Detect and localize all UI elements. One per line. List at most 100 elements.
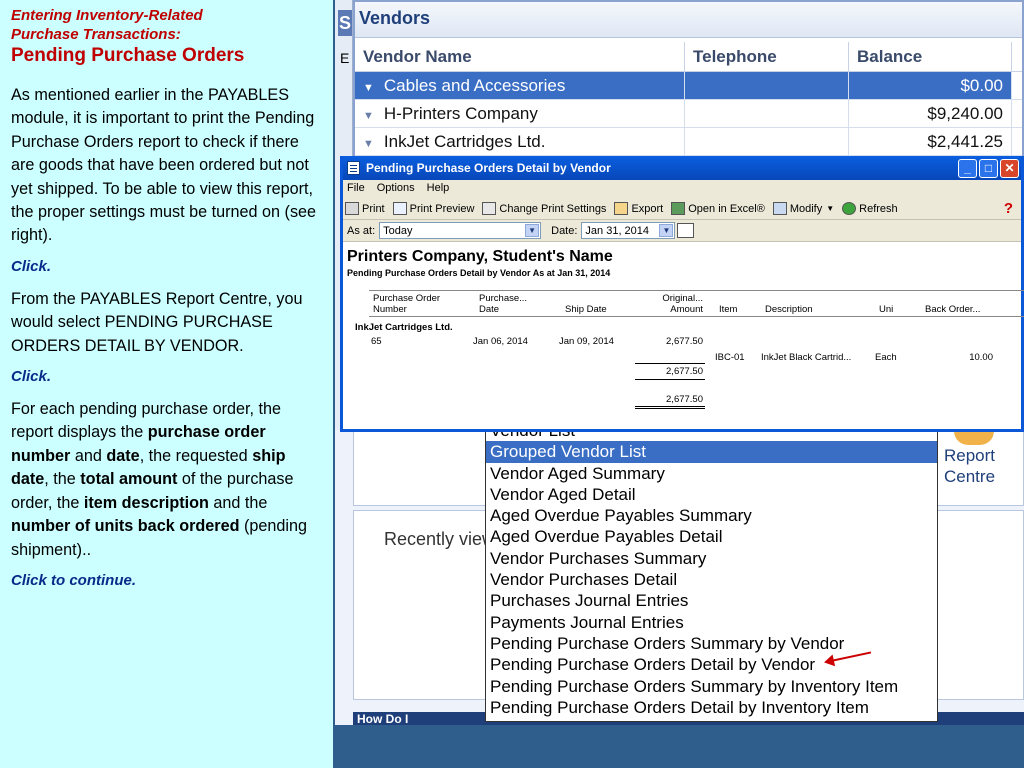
report-centre-label-1: Report <box>944 446 996 465</box>
table-row[interactable]: ▼ H-Printers Company $9,240.00 <box>355 100 1022 128</box>
dialog-title: Pending Purchase Orders Detail by Vendor <box>366 161 611 175</box>
col-vendor-name[interactable]: Vendor Name <box>355 42 685 71</box>
back-order-cell: 10.00 <box>969 352 993 363</box>
report-vendor-name[interactable]: InkJet Cartridges Ltd. <box>355 322 453 333</box>
vendors-panel: Vendors Vendor Name Telephone Balance ▼ C… <box>353 0 1024 160</box>
side-tab-e: E <box>340 50 350 66</box>
export-icon <box>614 202 629 215</box>
as-at-select[interactable]: Today ▼ <box>379 222 542 239</box>
vendor-name-cell: ▼ Cables and Accessories <box>355 72 685 99</box>
dialog-titlebar[interactable]: Pending Purchase Orders Detail by Vendor… <box>343 156 1021 180</box>
recently-viewed-label: Recently view <box>384 529 496 549</box>
col-purchase-date-line2: Date <box>479 304 500 315</box>
text-run: , the <box>44 470 81 489</box>
col-telephone[interactable]: Telephone <box>685 42 849 71</box>
col-purchase-date-line1: Purchase... <box>479 293 528 304</box>
text-run: , the requested <box>139 446 253 465</box>
report-toolbar: Print Print Preview Change Print Setting… <box>343 198 1021 220</box>
report-centre-icon <box>954 431 994 445</box>
table-row[interactable]: ▼ InkJet Cartridges Ltd. $2,441.25 <box>355 128 1022 156</box>
magnifier-page-icon <box>392 202 407 215</box>
report-company-name: Printers Company, Student's Name <box>347 248 613 265</box>
telephone-cell <box>685 72 849 99</box>
list-item[interactable]: Aged Overdue Payables Detail <box>486 526 937 547</box>
modify-icon <box>772 202 787 215</box>
triangle-down-icon: ▼ <box>363 138 374 150</box>
col-balance[interactable]: Balance <box>849 42 1012 71</box>
modify-button[interactable]: Modify ▼ <box>772 202 835 215</box>
change-print-settings-button[interactable]: Change Print Settings <box>482 202 606 215</box>
close-button[interactable]: ✕ <box>1000 158 1019 178</box>
open-in-excel-label: Open in Excel® <box>688 202 765 215</box>
chevron-down-icon[interactable]: ▼ <box>525 224 540 237</box>
instruction-panel: Entering Inventory-Related Purchase Tran… <box>0 0 333 768</box>
kicker-line-2: Purchase Transactions: <box>11 26 181 43</box>
list-item[interactable]: Vendor Aged Detail <box>486 484 937 505</box>
list-item-label: Pending Purchase Orders Detail by Vendor <box>490 655 816 675</box>
triangle-down-icon: ▼ <box>363 110 374 122</box>
chevron-down-icon[interactable]: ▼ <box>659 224 674 237</box>
list-item[interactable]: Aged Overdue Payables Summary <box>486 505 937 526</box>
date-select[interactable]: Jan 31, 2014 ▼ <box>581 222 676 239</box>
minimize-button[interactable]: _ <box>958 158 977 178</box>
app-screenshot-area: S E Vendors Vendor Name Telephone Balanc… <box>335 0 1024 768</box>
balance-cell: $2,441.25 <box>849 128 1012 155</box>
click-to-continue[interactable]: Click to continue. <box>11 570 323 592</box>
print-label: Print <box>362 202 385 215</box>
po-date-cell: Jan 06, 2014 <box>473 336 528 347</box>
table-row[interactable]: ▼ Cables and Accessories $0.00 <box>355 72 1022 100</box>
list-item[interactable]: Payments Journal Entries <box>486 612 937 633</box>
open-in-excel-button[interactable]: Open in Excel® <box>671 202 765 215</box>
col-po-number-line1: Purchase Order <box>373 293 441 304</box>
excel-icon <box>671 202 686 215</box>
subtotal-cell: 2,677.50 <box>666 366 703 377</box>
side-tab-s[interactable]: S <box>338 10 352 36</box>
export-label: Export <box>631 202 664 215</box>
chevron-down-icon: ▼ <box>826 204 835 213</box>
vendor-name-cell: ▼ H-Printers Company <box>355 100 685 127</box>
help-button[interactable]: ? <box>1004 200 1013 217</box>
report-window-icon <box>347 161 360 175</box>
po-number-cell[interactable]: 65 <box>371 336 382 347</box>
print-settings-icon <box>482 202 497 215</box>
calendar-icon[interactable] <box>677 223 695 238</box>
list-item[interactable]: Vendor Purchases Detail <box>486 569 937 590</box>
menu-help[interactable]: Help <box>427 182 450 198</box>
report-centre-link[interactable]: Report Centre <box>944 445 995 487</box>
reports-dropdown-list[interactable]: Vendor List Grouped Vendor List Vendor A… <box>485 428 938 722</box>
list-item[interactable]: Grouped Vendor List <box>486 441 937 463</box>
refresh-icon <box>842 202 857 215</box>
col-amount-line1: Original... <box>662 293 703 304</box>
balance-cell: $0.00 <box>849 72 1012 99</box>
click-prompt-2[interactable]: Click. <box>11 366 323 388</box>
menu-file[interactable]: File <box>347 182 365 198</box>
col-original-amount: Original... Amount <box>649 293 703 315</box>
telephone-cell <box>685 128 849 155</box>
print-preview-button[interactable]: Print Preview <box>392 202 474 215</box>
print-button[interactable]: Print <box>345 202 385 215</box>
menu-options[interactable]: Options <box>377 182 415 198</box>
text-run: and the <box>208 493 268 512</box>
item-description-cell: InkJet Black Cartrid... <box>761 352 852 363</box>
bold-run: number of units back ordered <box>11 517 240 536</box>
list-item[interactable]: Pending Purchase Orders Detail by Invent… <box>486 697 937 718</box>
col-po-number-line2: Number <box>373 304 407 315</box>
list-item[interactable]: Purchases Journal Entries <box>486 590 937 611</box>
modify-label: Modify <box>789 202 823 215</box>
list-item[interactable]: Pending Purchase Orders Summary by Inven… <box>486 676 937 697</box>
refresh-button[interactable]: Refresh <box>842 202 898 215</box>
report-centre-label-2: Centre <box>944 467 996 486</box>
click-prompt-1[interactable]: Click. <box>11 256 323 278</box>
maximize-button[interactable]: □ <box>979 158 998 178</box>
export-button[interactable]: Export <box>614 202 663 215</box>
total-rule-top <box>635 379 705 380</box>
text-run: and <box>70 446 107 465</box>
vendor-name: H-Printers Company <box>383 104 538 123</box>
report-fields-paragraph: For each pending purchase order, the rep… <box>11 398 323 562</box>
total-rule-double-1 <box>635 406 705 407</box>
as-at-value: Today <box>383 224 413 237</box>
list-item[interactable]: Vendor Purchases Summary <box>486 548 937 569</box>
list-item-pending-po-detail-by-vendor[interactable]: Pending Purchase Orders Detail by Vendor <box>486 651 937 675</box>
list-item[interactable]: Vendor Aged Summary <box>486 463 937 484</box>
col-ship-date: Ship Date <box>565 304 607 315</box>
